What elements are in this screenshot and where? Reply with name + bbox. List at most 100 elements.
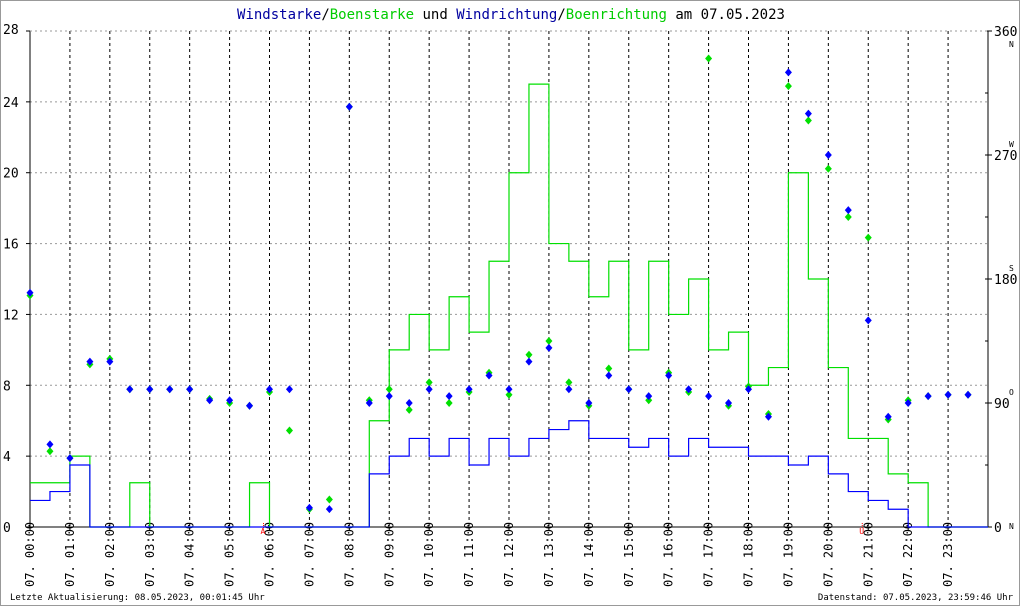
chart-title: Windstarke/Boenstarke und Windrichtung/B…: [237, 7, 785, 23]
x-tick-label: 07. 08:00: [342, 522, 356, 587]
point-windrichtung: [784, 68, 792, 77]
point-boenrichtung: [804, 116, 812, 125]
x-tick-label: 07. 04:00: [183, 522, 197, 587]
point-boenrichtung: [445, 399, 453, 407]
point-windrichtung: [325, 505, 333, 514]
point-windrichtung: [645, 392, 653, 401]
title-part: Boenstarke: [330, 7, 414, 23]
y-left-tick-label: 4: [3, 450, 11, 465]
point-windrichtung: [445, 392, 453, 401]
point-boenrichtung: [46, 447, 54, 456]
title-part: am 07.05.2023: [667, 7, 785, 23]
compass-label: N: [1009, 40, 1014, 49]
point-windrichtung: [305, 503, 313, 512]
point-windrichtung: [285, 385, 293, 394]
series-boenstarke: [30, 83, 988, 528]
point-windrichtung: [964, 390, 972, 399]
x-tick-label: 07. 02:00: [103, 522, 117, 587]
point-windrichtung: [46, 440, 54, 449]
y-left-tick-label: 20: [3, 167, 19, 182]
point-windrichtung: [605, 371, 613, 380]
point-boenrichtung: [325, 495, 333, 504]
y-left-tick-label: 0: [3, 521, 11, 536]
point-boenrichtung: [864, 233, 872, 242]
point-windrichtung: [924, 392, 932, 401]
point-windrichtung: [385, 392, 393, 401]
point-boenrichtung: [605, 364, 613, 373]
point-windrichtung: [944, 390, 952, 399]
chart-container: Windstarke/Boenstarke und Windrichtung/B…: [0, 0, 1020, 606]
point-windrichtung: [844, 206, 852, 215]
y-left-tick-label: 28: [3, 23, 19, 38]
x-tick-label: 07. 22:00: [901, 522, 915, 587]
y-left-tick-label: 8: [3, 379, 11, 394]
point-windrichtung: [405, 399, 413, 407]
sun-marker-label: A: [261, 527, 266, 536]
point-windrichtung: [505, 385, 513, 394]
y-right-tick-label: 180: [994, 273, 1017, 288]
compass-label: W: [1009, 140, 1014, 149]
point-windrichtung: [525, 357, 533, 366]
sun-marker-label: U: [859, 527, 864, 536]
x-tick-label: 07. 14:00: [582, 522, 596, 587]
point-boenrichtung: [844, 213, 852, 221]
title-part: /: [321, 7, 329, 23]
x-tick-label: 07. 15:00: [622, 522, 636, 587]
point-windrichtung: [625, 385, 633, 394]
y-right-tick-label: 270: [994, 149, 1017, 164]
title-part: und: [414, 7, 456, 23]
point-windrichtung: [345, 102, 353, 111]
compass-label: S: [1009, 264, 1014, 273]
point-boenrichtung: [525, 350, 533, 359]
x-tick-label: 07. 23:00: [941, 522, 955, 587]
title-part: Boenrichtung: [566, 7, 667, 23]
x-tick-label: 07. 13:00: [542, 522, 556, 587]
y-right-tick-label: 360: [994, 25, 1017, 40]
point-windrichtung: [425, 385, 433, 394]
x-tick-label: 07. 05:00: [223, 522, 237, 587]
x-tick-label: 07. 01:00: [63, 522, 77, 587]
x-tick-label: 07. 10:00: [422, 522, 436, 587]
x-tick-label: 07. 12:00: [502, 522, 516, 587]
compass-label: N: [1009, 522, 1014, 531]
title-part: Windrichtung: [456, 7, 557, 23]
y-right-tick-label: 90: [994, 397, 1010, 412]
point-boenrichtung: [545, 337, 553, 345]
point-boenrichtung: [784, 82, 792, 91]
point-windrichtung: [186, 385, 194, 394]
point-windrichtung: [206, 396, 214, 405]
point-windrichtung: [146, 385, 154, 394]
x-tick-label: 07. 11:00: [462, 522, 476, 587]
point-windrichtung: [824, 151, 832, 159]
point-windrichtung: [166, 385, 174, 394]
x-tick-label: 07. 17:00: [702, 522, 716, 587]
y-left-tick-label: 16: [3, 238, 19, 253]
y-left-tick-label: 24: [3, 96, 19, 111]
point-windrichtung: [864, 316, 872, 325]
point-boenrichtung: [285, 426, 293, 435]
x-tick-label: 07. 00:00: [23, 522, 37, 587]
point-windrichtung: [545, 343, 553, 352]
x-tick-label: 07. 09:00: [382, 522, 396, 587]
point-windrichtung: [565, 385, 573, 394]
x-tick-label: 07. 20:00: [821, 522, 835, 587]
y-right-tick-label: 0: [994, 521, 1002, 536]
point-boenrichtung: [405, 405, 413, 414]
x-tick-label: 07. 07:00: [302, 522, 316, 587]
last-update-text: Letzte Aktualisierung: 08.05.2023, 00:01…: [10, 593, 265, 603]
x-tick-label: 07. 03:00: [143, 522, 157, 587]
point-windrichtung: [66, 454, 74, 463]
wind-chart: Windstarke/Boenstarke und Windrichtung/B…: [3, 7, 1017, 587]
point-windrichtung: [126, 385, 134, 394]
x-tick-label: 07. 16:00: [662, 522, 676, 587]
point-boenrichtung: [824, 164, 832, 173]
point-windrichtung: [246, 401, 254, 410]
compass-label: O: [1009, 388, 1014, 397]
point-windrichtung: [705, 392, 713, 401]
title-part: /: [557, 7, 565, 23]
title-part: Windstarke: [237, 7, 321, 23]
point-windrichtung: [804, 109, 812, 118]
point-boenrichtung: [705, 54, 713, 63]
point-boenrichtung: [385, 385, 393, 394]
y-left-tick-label: 12: [3, 308, 19, 323]
